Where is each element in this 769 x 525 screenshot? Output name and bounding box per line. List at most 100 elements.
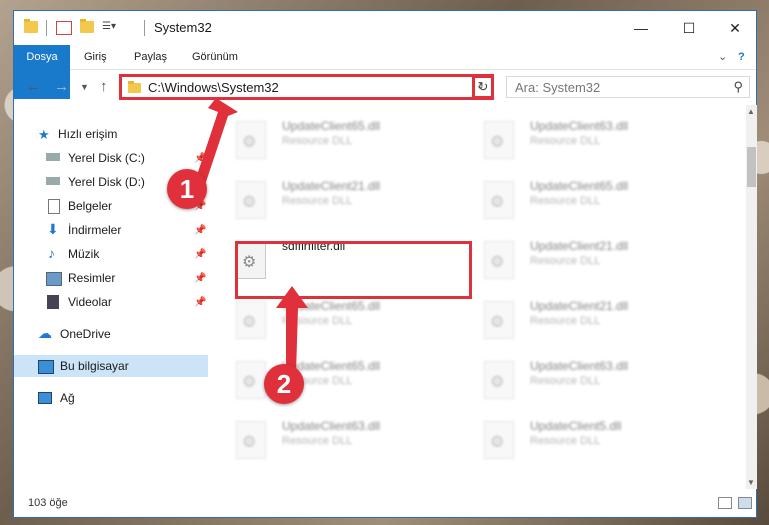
file-description: Resource DLL bbox=[282, 435, 353, 447]
pin-icon: 📌 bbox=[194, 224, 207, 236]
file-description: Resource DLL bbox=[530, 135, 601, 147]
maximize-button[interactable]: ☐ bbox=[666, 11, 712, 45]
vertical-scrollbar[interactable]: ▲ ▼ bbox=[746, 105, 757, 489]
dll-file-icon: ⚙ bbox=[484, 121, 514, 159]
file-name: UpdateClient63.dll bbox=[530, 119, 629, 133]
dll-file-icon: ⚙ bbox=[484, 361, 514, 399]
file-description: Resource DLL bbox=[530, 375, 601, 387]
file-item[interactable]: ⚙ UpdateClient21.dll Resource DLL bbox=[482, 235, 712, 289]
nav-label: Hızlı erişim bbox=[58, 127, 118, 141]
nav-label: Yerel Disk (C:) bbox=[68, 151, 145, 165]
scrollbar-thumb[interactable] bbox=[747, 147, 756, 187]
drive-icon bbox=[46, 177, 60, 185]
nav-label: Yerel Disk (D:) bbox=[68, 175, 145, 189]
details-view-icon[interactable] bbox=[718, 497, 732, 509]
step-badge-1: 1 bbox=[167, 169, 207, 209]
file-item[interactable]: ⚙ UpdateClient63.dll Resource DLL bbox=[234, 415, 464, 469]
nav-label: OneDrive bbox=[60, 327, 111, 341]
file-item[interactable]: ⚙ UpdateClient21.dll Resource DLL bbox=[482, 295, 712, 349]
divider bbox=[144, 20, 145, 36]
minimize-button[interactable]: — bbox=[618, 11, 664, 45]
dll-file-icon: ⚙ bbox=[484, 421, 514, 459]
explorer-window: ☰▾ System32 — ☐ ✕ Dosya Giriş Paylaş Gör… bbox=[13, 10, 757, 518]
file-item[interactable]: ⚙ UpdateClient21.dll Resource DLL bbox=[234, 175, 464, 229]
nav-item-pictures[interactable]: Resimler 📌 bbox=[14, 267, 208, 289]
file-description: Resource DLL bbox=[282, 195, 353, 207]
nav-label: Ağ bbox=[60, 391, 75, 405]
gear-icon: ⚙ bbox=[490, 254, 505, 271]
nav-label: İndirmeler bbox=[68, 223, 122, 237]
expand-ribbon-icon[interactable]: ⌄ bbox=[718, 45, 727, 69]
tab-view[interactable]: Görünüm bbox=[192, 45, 238, 69]
file-name: UpdateClient65.dll bbox=[282, 119, 381, 133]
dll-file-icon: ⚙ bbox=[236, 421, 266, 459]
item-count: 103 öğe bbox=[28, 497, 68, 509]
file-name: UpdateClient63.dll bbox=[282, 419, 381, 433]
gear-icon: ⚙ bbox=[242, 314, 257, 331]
forward-arrow-icon[interactable]: → bbox=[54, 78, 69, 95]
videos-icon bbox=[47, 295, 59, 309]
title-bar: ☰▾ System32 — ☐ ✕ bbox=[14, 11, 756, 45]
large-icons-view-icon[interactable] bbox=[738, 497, 752, 509]
nav-network[interactable]: Ağ bbox=[14, 387, 208, 409]
nav-item-music[interactable]: ♪ Müzik 📌 bbox=[14, 243, 208, 265]
nav-item-videos[interactable]: Videolar 📌 bbox=[14, 291, 208, 313]
pin-icon: 📌 bbox=[194, 296, 207, 308]
close-button[interactable]: ✕ bbox=[712, 11, 758, 45]
file-description: Resource DLL bbox=[530, 195, 601, 207]
scroll-down-icon[interactable]: ▼ bbox=[747, 478, 755, 487]
file-description: Resource DLL bbox=[530, 255, 601, 267]
scroll-up-icon[interactable]: ▲ bbox=[747, 107, 755, 116]
nav-label: Videolar bbox=[68, 295, 112, 309]
gear-icon: ⚙ bbox=[490, 374, 505, 391]
file-name: UpdateClient21.dll bbox=[530, 299, 629, 313]
help-icon[interactable]: ? bbox=[738, 45, 745, 69]
dll-file-icon: ⚙ bbox=[484, 241, 514, 279]
gear-icon: ⚙ bbox=[242, 434, 257, 451]
drive-icon bbox=[46, 153, 60, 161]
step-badge-2: 2 bbox=[264, 364, 304, 404]
search-input[interactable]: Ara: System32 bbox=[515, 80, 600, 95]
dll-file-icon: ⚙ bbox=[484, 301, 514, 339]
file-item[interactable]: ⚙ UpdateClient65.dll Resource DLL bbox=[234, 115, 464, 169]
status-bar: 103 öğe bbox=[14, 489, 756, 517]
download-icon: ⬇ bbox=[47, 221, 59, 237]
cloud-icon: ☁ bbox=[38, 325, 52, 341]
recent-locations-icon[interactable]: ▼ bbox=[80, 82, 89, 92]
nav-onedrive[interactable]: ☁ OneDrive bbox=[14, 323, 208, 345]
search-icon: ⚲ bbox=[733, 79, 743, 94]
documents-icon bbox=[48, 199, 60, 214]
back-arrow-icon[interactable]: ← bbox=[26, 78, 41, 95]
file-description: Resource DLL bbox=[530, 315, 601, 327]
folder-icon bbox=[128, 81, 141, 93]
up-arrow-icon[interactable]: ↑ bbox=[100, 78, 108, 95]
gear-icon: ⚙ bbox=[242, 374, 257, 391]
tab-home[interactable]: Giriş bbox=[84, 45, 107, 69]
tab-share[interactable]: Paylaş bbox=[134, 45, 167, 69]
search-box[interactable]: Ara: System32 ⚲ bbox=[506, 76, 750, 98]
gear-icon: ⚙ bbox=[490, 194, 505, 211]
star-icon: ★ bbox=[38, 127, 50, 142]
pictures-icon bbox=[46, 272, 62, 286]
file-name: UpdateClient65.dll bbox=[530, 179, 629, 193]
window-title: System32 bbox=[154, 20, 212, 35]
file-item[interactable]: ⚙ UpdateClient63.dll Resource DLL bbox=[482, 355, 712, 409]
properties-icon[interactable] bbox=[56, 21, 72, 35]
nav-item-downloads[interactable]: ⬇ İndirmeler 📌 bbox=[14, 219, 208, 241]
computer-icon bbox=[38, 360, 54, 374]
file-description: Resource DLL bbox=[282, 135, 353, 147]
gear-icon: ⚙ bbox=[490, 314, 505, 331]
nav-label: Resimler bbox=[68, 271, 116, 285]
nav-this-pc[interactable]: Bu bilgisayar bbox=[14, 355, 208, 377]
address-row: ← → ▼ ↑ C:\Windows\System32 ⌄ ↻ Ara: Sys… bbox=[14, 69, 756, 105]
new-folder-icon[interactable] bbox=[80, 19, 94, 33]
file-item[interactable]: ⚙ UpdateClient65.dll Resource DLL bbox=[482, 175, 712, 229]
file-item[interactable]: ⚙ UpdateClient63.dll Resource DLL bbox=[482, 115, 712, 169]
pin-icon: 📌 bbox=[194, 248, 207, 260]
file-item[interactable]: ⚙ UpdateClient5.dll Resource DLL bbox=[482, 415, 712, 469]
nav-label: Belgeler bbox=[68, 199, 113, 213]
gear-icon: ⚙ bbox=[490, 134, 505, 151]
folder-icon bbox=[24, 19, 38, 33]
customize-toolbar-icon[interactable]: ☰▾ bbox=[102, 21, 116, 33]
refresh-button[interactable]: ↻ bbox=[472, 75, 494, 99]
